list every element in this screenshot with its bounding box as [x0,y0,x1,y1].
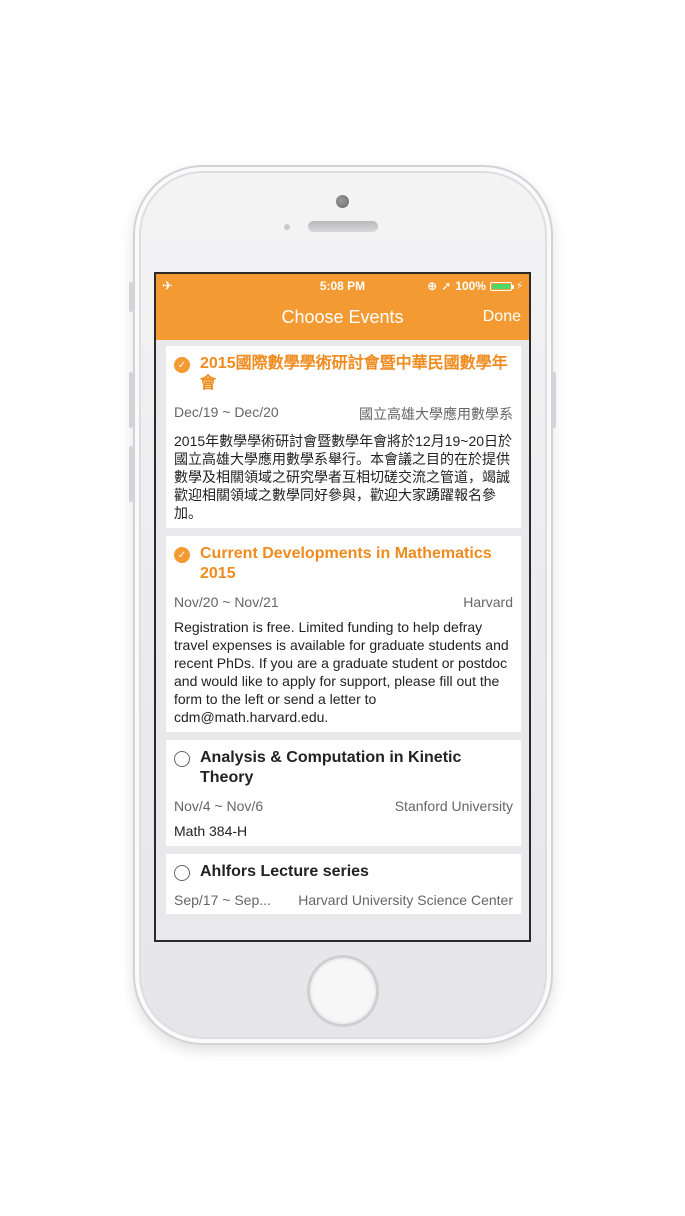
battery-percent: 100% [455,279,486,293]
event-meta: Nov/20 ~ Nov/21 Harvard [174,594,513,610]
event-location: Harvard University Science Center [298,892,513,908]
volume-up-button [129,372,133,428]
status-right: ⊕ ➚ 100% ⚡ [427,279,523,293]
mute-switch [129,282,133,312]
lock-rotation-icon: ⊕ [427,279,438,293]
status-bar: ✈ 5:08 PM ⊕ ➚ 100% ⚡ [156,274,529,298]
checkmark-circle-icon[interactable]: ✓ [174,357,190,373]
event-card-header: ✓ 2015國際數學學術研討會暨中華民國數學年會 [174,354,513,394]
done-button[interactable]: Done [483,308,521,326]
home-button[interactable] [307,955,379,1027]
empty-circle-icon[interactable] [174,751,190,767]
power-button [552,372,556,428]
checkmark-circle-icon[interactable]: ✓ [174,547,190,563]
event-dates: Nov/20 ~ Nov/21 [174,594,279,610]
event-meta: Dec/19 ~ Dec/20 國立高雄大學應用數學系 [174,404,513,424]
event-location: Harvard [463,594,513,610]
event-description: 2015年數學學術研討會暨數學年會將於12月19~20日於國立高雄大學應用數學系… [174,433,513,521]
event-location: Stanford University [394,798,513,814]
event-list[interactable]: ✓ 2015國際數學學術研討會暨中華民國數學年會 Dec/19 ~ Dec/20 國立… [166,346,521,922]
page-title: Choose Events [281,307,404,327]
event-dates: Nov/4 ~ Nov/6 [174,798,264,814]
event-title: Analysis & Computation in Kinetic Theory [200,749,462,786]
event-meta: Sep/17 ~ Sep... Harvard University Scienc… [174,892,513,908]
navigation-bar: Choose Events Done [156,304,529,334]
location-arrow-icon: ➚ [441,279,452,293]
event-card[interactable]: ✓ 2015國際數學學術研討會暨中華民國數學年會 Dec/19 ~ Dec/20 國立… [166,346,521,528]
front-camera-icon [336,195,349,208]
volume-down-button [129,446,133,502]
event-card-header: Analysis & Computation in Kinetic Theory [174,748,513,788]
battery-icon [489,281,514,291]
sensor-dot [284,224,290,230]
event-dates: Sep/17 ~ Sep... [174,892,271,908]
app-screen: ✈ 5:08 PM ⊕ ➚ 100% ⚡ Choose Events Done … [154,272,531,942]
event-card[interactable]: Analysis & Computation in Kinetic Theory… [166,740,521,846]
event-title: Ahlfors Lecture series [200,863,369,880]
event-location: 國立高雄大學應用數學系 [359,406,513,422]
earpiece-speaker [308,221,378,232]
event-card[interactable]: ✓ Current Developments in Mathematics 201… [166,536,521,732]
event-title: 2015國際數學學術研討會暨中華民國數學年會 [200,355,508,392]
empty-circle-icon[interactable] [174,865,190,881]
event-card-header: ✓ Current Developments in Mathematics 201… [174,544,513,584]
app-header: ✈ 5:08 PM ⊕ ➚ 100% ⚡ Choose Events Done [156,274,529,340]
charging-bolt-icon: ⚡ [515,280,523,292]
event-card[interactable]: Ahlfors Lecture series Sep/17 ~ Sep... Har… [166,854,521,914]
event-meta: Nov/4 ~ Nov/6 Stanford University [174,798,513,814]
event-title: Current Developments in Mathematics 2015 [200,545,492,582]
event-description: Math 384-H [174,823,248,839]
event-dates: Dec/19 ~ Dec/20 [174,404,279,420]
mockup-stage: ✈ 5:08 PM ⊕ ➚ 100% ⚡ Choose Events Done … [0,0,685,1216]
event-card-header: Ahlfors Lecture series [174,862,513,882]
event-description: Registration is free. Limited funding to… [174,619,509,725]
